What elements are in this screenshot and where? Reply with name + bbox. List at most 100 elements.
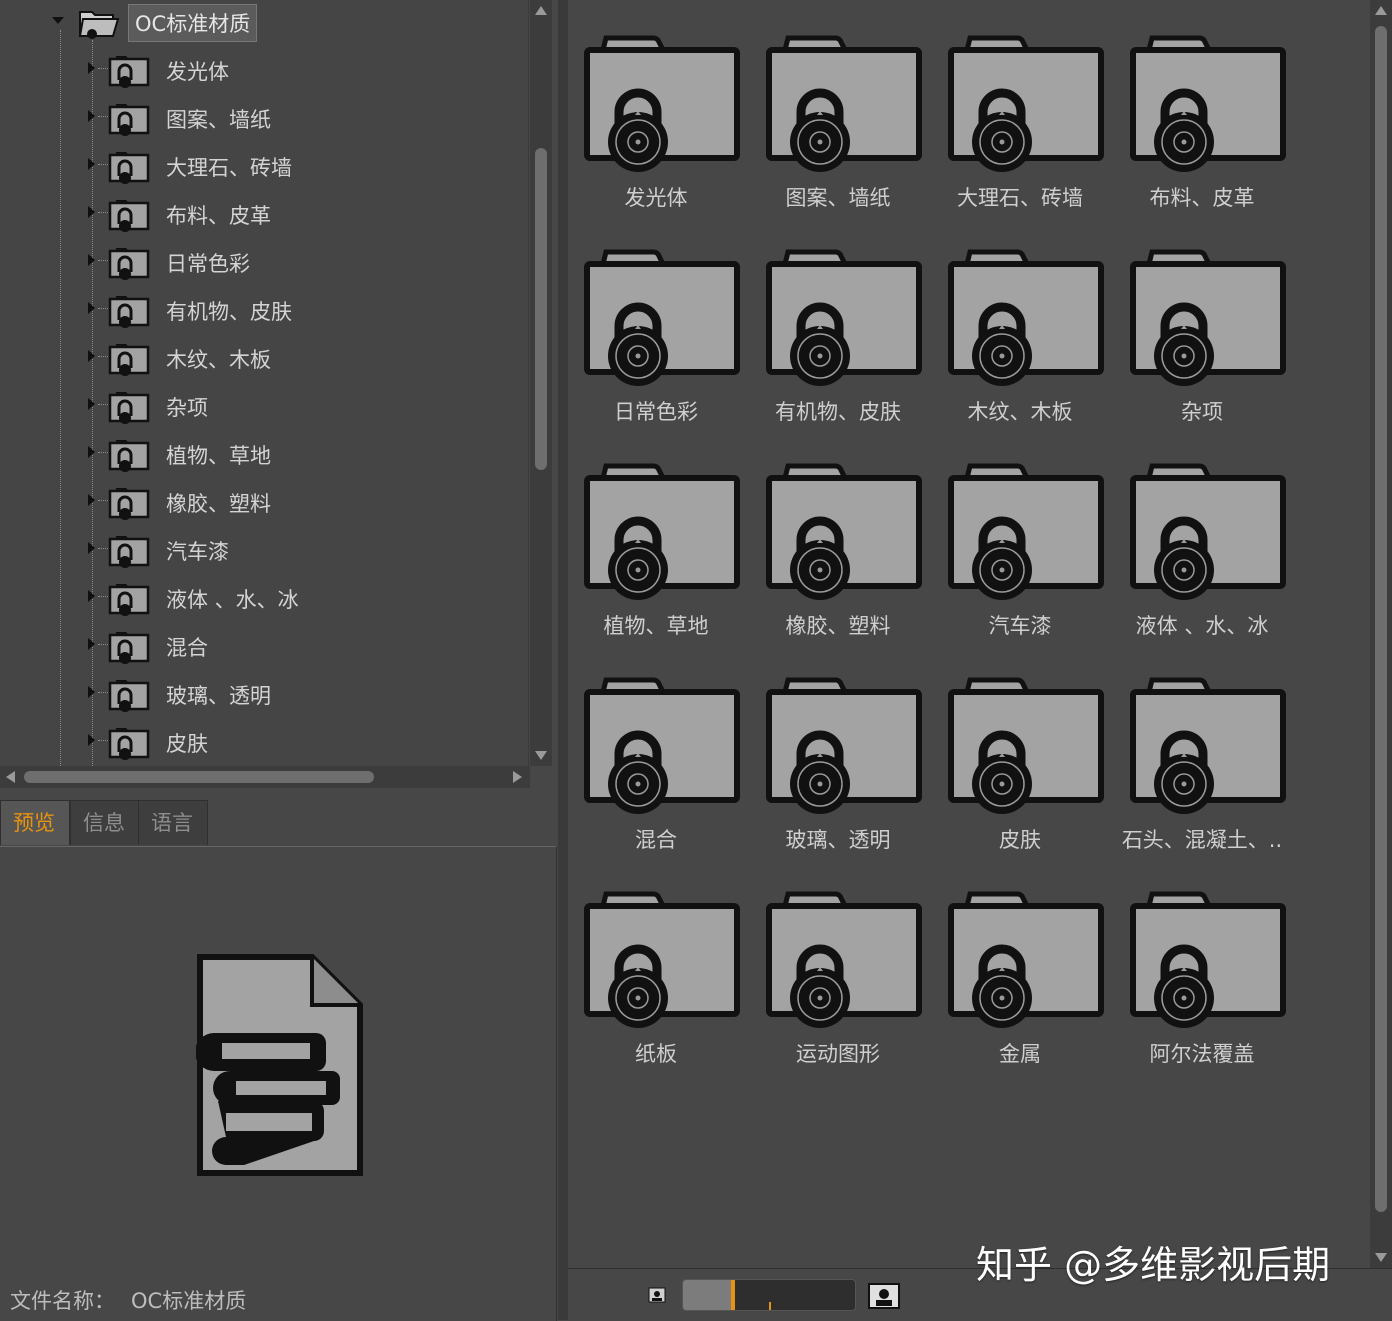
material-folder-tile[interactable]: 运动图形 (754, 860, 924, 1066)
large-thumbnail-icon[interactable] (868, 1283, 900, 1309)
expand-arrow-icon[interactable] (88, 590, 95, 602)
tree-connector (98, 644, 108, 645)
material-folder-tile[interactable]: 金属 (936, 860, 1106, 1066)
locked-folder-icon (108, 488, 150, 520)
material-folder-tile[interactable]: 石头、混凝土、.. (1118, 646, 1288, 852)
expand-arrow-icon[interactable] (88, 110, 95, 122)
tree-item[interactable]: 日常色彩 (0, 240, 520, 284)
tree-item[interactable]: 发光体 (0, 48, 520, 92)
tile-label: 石头、混凝土、.. (1121, 828, 1283, 852)
expand-arrow-icon[interactable] (88, 350, 95, 362)
material-folder-tile[interactable]: 橡胶、塑料 (754, 432, 924, 638)
tree-vertical-scrollbar[interactable] (530, 0, 552, 766)
zoom-slider-handle[interactable] (731, 1280, 736, 1310)
material-folder-tile[interactable]: 阿尔法覆盖 (1118, 860, 1288, 1066)
tree-item-label: 木纹、木板 (166, 348, 271, 372)
tree-item[interactable]: 橡胶、塑料 (0, 480, 520, 524)
locked-folder-icon (766, 891, 922, 1028)
locked-folder-icon (108, 728, 150, 760)
zoom-slider[interactable] (682, 1279, 856, 1311)
file-name-label: 文件名称： (10, 1289, 115, 1313)
tree-item-label: 杂项 (166, 396, 208, 420)
material-folder-tile[interactable]: 杂项 (1118, 218, 1288, 424)
tile-label: 金属 (999, 1042, 1041, 1066)
grid-vertical-scrollbar[interactable] (1370, 0, 1392, 1268)
material-folder-tile[interactable]: 植物、草地 (572, 432, 742, 638)
material-folder-tile[interactable]: 混合 (572, 646, 742, 852)
locked-folder-icon (1130, 891, 1286, 1028)
tree-item[interactable]: 木纹、木板 (0, 336, 520, 380)
material-folder-tile[interactable]: 汽车漆 (936, 432, 1106, 638)
tree-item[interactable]: 汽车漆 (0, 528, 520, 572)
scroll-up-arrow-icon[interactable] (1375, 6, 1387, 15)
material-folder-tile[interactable]: 大理石、砖墙 (936, 4, 1106, 210)
material-folder-tile[interactable]: 日常色彩 (572, 218, 742, 424)
material-folder-tile[interactable]: 图案、墙纸 (754, 4, 924, 210)
material-folder-tile[interactable]: 发光体 (572, 4, 742, 210)
expand-arrow-icon[interactable] (88, 302, 95, 314)
scrollbar-thumb[interactable] (24, 771, 374, 783)
small-thumbnail-icon[interactable] (648, 1287, 666, 1303)
tree-item[interactable]: 植物、草地 (0, 432, 520, 476)
expand-arrow-icon[interactable] (88, 542, 95, 554)
scrollbar-thumb[interactable] (1375, 26, 1387, 1212)
locked-folder-icon (948, 463, 1104, 600)
tree-item[interactable]: 混合 (0, 624, 520, 668)
tree-connector (98, 260, 108, 261)
info-tab-bar: 预览 信息 语言 (0, 800, 558, 846)
tree-connector (98, 404, 108, 405)
tree-item[interactable]: 大理石、砖墙 (0, 144, 520, 188)
tile-label: 液体 、水、冰 (1135, 614, 1269, 638)
scrollbar-thumb[interactable] (535, 148, 547, 470)
scroll-down-arrow-icon[interactable] (1375, 1253, 1387, 1262)
locked-folder-icon (108, 248, 150, 280)
expand-arrow-icon[interactable] (88, 734, 95, 746)
tree-root-label[interactable]: OC标准材质 (128, 4, 258, 42)
expand-arrow-icon[interactable] (88, 446, 95, 458)
expand-arrow-icon[interactable] (88, 398, 95, 410)
tree-item[interactable]: 玻璃、透明 (0, 672, 520, 716)
tab-language[interactable]: 语言 (138, 800, 208, 845)
content-browser: OC标准材质 发光体 图案、墙纸 大理石、砖墙 布料、皮革 日常色彩 有机物、皮肤 木纹、木… (0, 0, 1392, 1321)
scroll-left-arrow-icon[interactable] (6, 771, 15, 783)
material-folder-tile[interactable]: 木纹、木板 (936, 218, 1106, 424)
locked-folder-icon (108, 200, 150, 232)
expand-arrow-icon[interactable] (88, 62, 95, 74)
locked-folder-icon (108, 536, 150, 568)
material-folder-tile[interactable]: 纸板 (572, 860, 742, 1066)
expand-arrow-icon[interactable] (88, 158, 95, 170)
tree-item[interactable]: 皮肤 (0, 720, 520, 764)
collapse-arrow-icon[interactable] (52, 17, 64, 24)
tree-item-label: 液体 、水、冰 (166, 588, 299, 612)
expand-arrow-icon[interactable] (88, 254, 95, 266)
tile-label: 图案、墙纸 (785, 186, 891, 210)
tree-item-label: 大理石、砖墙 (166, 156, 292, 180)
locked-folder-icon (766, 677, 922, 814)
expand-arrow-icon[interactable] (88, 638, 95, 650)
material-folder-tile[interactable]: 液体 、水、冰 (1118, 432, 1288, 638)
tree-item[interactable]: 布料、皮革 (0, 192, 520, 236)
locked-folder-icon (108, 344, 150, 376)
expand-arrow-icon[interactable] (88, 206, 95, 218)
tree-root-row[interactable]: OC标准材质 (0, 0, 520, 44)
material-folder-tile[interactable]: 玻璃、透明 (754, 646, 924, 852)
scroll-up-arrow-icon[interactable] (535, 6, 547, 15)
material-folder-tile[interactable]: 布料、皮革 (1118, 4, 1288, 210)
tree-item-label: 汽车漆 (166, 540, 229, 564)
tab-preview[interactable]: 预览 (0, 800, 70, 845)
scroll-down-arrow-icon[interactable] (535, 751, 547, 760)
expand-arrow-icon[interactable] (88, 494, 95, 506)
scroll-right-arrow-icon[interactable] (513, 771, 522, 783)
tree-item[interactable]: 液体 、水、冰 (0, 576, 520, 620)
tree-horizontal-scrollbar[interactable] (0, 766, 530, 788)
expand-arrow-icon[interactable] (88, 686, 95, 698)
tree-item[interactable]: 图案、墙纸 (0, 96, 520, 140)
material-folder-tile[interactable]: 有机物、皮肤 (754, 218, 924, 424)
tile-label: 杂项 (1181, 400, 1223, 424)
tab-info[interactable]: 信息 (70, 800, 140, 845)
material-folder-tile[interactable]: 皮肤 (936, 646, 1106, 852)
locked-folder-icon (1130, 35, 1286, 172)
tree-item[interactable]: 杂项 (0, 384, 520, 428)
tree-item-label: 玻璃、透明 (166, 684, 271, 708)
tree-item[interactable]: 有机物、皮肤 (0, 288, 520, 332)
